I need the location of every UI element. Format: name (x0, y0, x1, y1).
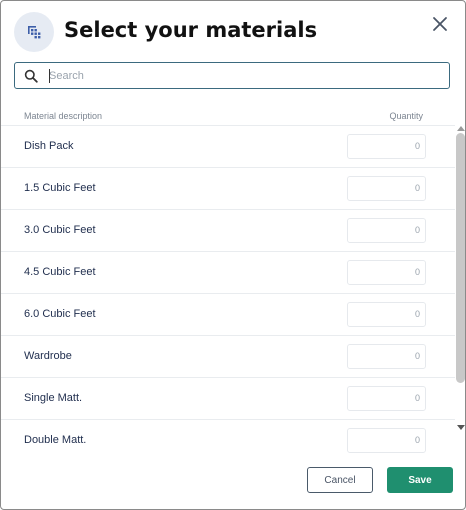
quantity-input[interactable]: 0 (347, 386, 426, 411)
materials-list: Dish Pack 0 1.5 Cubic Feet 0 3.0 Cubic F… (1, 126, 455, 454)
table-row: 6.0 Cubic Feet 0 (1, 294, 455, 336)
table-row: Dish Pack 0 (1, 126, 455, 168)
quantity-value: 0 (414, 225, 420, 235)
table-row: Single Matt. 0 (1, 378, 455, 420)
cancel-button[interactable]: Cancel (307, 467, 373, 493)
quantity-input[interactable]: 0 (347, 302, 426, 327)
table-row: Wardrobe 0 (1, 336, 455, 378)
materials-grid-icon (14, 12, 54, 52)
table-row: 4.5 Cubic Feet 0 (1, 252, 455, 294)
material-label: Dish Pack (24, 140, 74, 152)
quantity-input[interactable]: 0 (347, 134, 426, 159)
quantity-input[interactable]: 0 (347, 218, 426, 243)
quantity-input[interactable]: 0 (347, 176, 426, 201)
quantity-input[interactable]: 0 (347, 428, 426, 453)
table-row: 3.0 Cubic Feet 0 (1, 210, 455, 252)
table-row: Double Matt. 0 (1, 420, 455, 454)
table-row: 1.5 Cubic Feet 0 (1, 168, 455, 210)
select-materials-dialog: Select your materials Material descripti… (0, 0, 466, 510)
search-field[interactable] (14, 62, 450, 89)
close-icon (433, 17, 447, 31)
material-label: 1.5 Cubic Feet (24, 182, 96, 194)
material-label: 6.0 Cubic Feet (24, 308, 96, 320)
dialog-title: Select your materials (64, 18, 318, 42)
quantity-input[interactable]: 0 (347, 260, 426, 285)
search-icon (24, 69, 38, 83)
quantity-value: 0 (414, 183, 420, 193)
footer-divider (1, 454, 465, 455)
column-header-description: Material description (24, 111, 103, 121)
search-input[interactable] (49, 66, 439, 85)
close-button[interactable] (429, 13, 451, 35)
text-caret (49, 69, 50, 83)
list-scrollbar[interactable] (455, 126, 465, 434)
material-label: Wardrobe (24, 350, 72, 362)
material-label: 4.5 Cubic Feet (24, 266, 96, 278)
scrollbar-thumb[interactable] (456, 133, 465, 383)
scroll-down-arrow-icon[interactable] (457, 425, 465, 430)
material-label: Double Matt. (24, 434, 87, 446)
table-header: Material description Quantity (1, 105, 455, 126)
column-header-quantity: Quantity (389, 111, 423, 121)
quantity-value: 0 (414, 351, 420, 361)
quantity-value: 0 (414, 267, 420, 277)
quantity-value: 0 (414, 309, 420, 319)
scroll-up-arrow-icon[interactable] (457, 126, 465, 131)
quantity-value: 0 (414, 435, 420, 445)
quantity-value: 0 (414, 141, 420, 151)
quantity-input[interactable]: 0 (347, 344, 426, 369)
material-label: 3.0 Cubic Feet (24, 224, 96, 236)
quantity-value: 0 (414, 393, 420, 403)
material-label: Single Matt. (24, 392, 83, 404)
save-button[interactable]: Save (387, 467, 453, 493)
